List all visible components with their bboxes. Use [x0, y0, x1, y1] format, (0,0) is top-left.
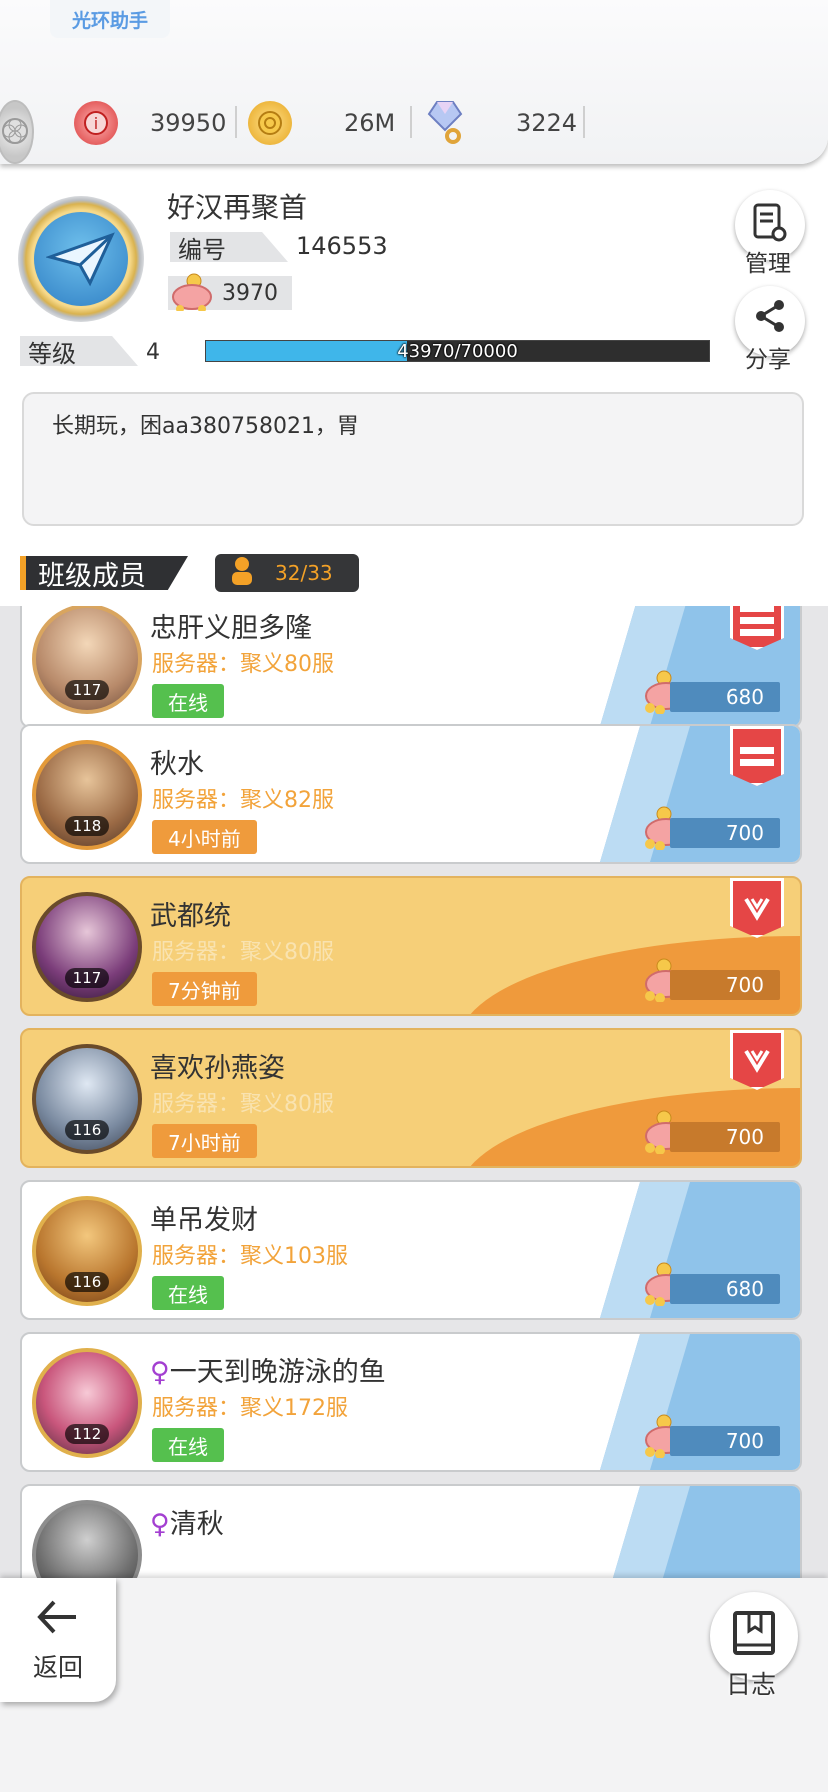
status-badge: 7分钟前 [152, 972, 257, 1006]
pig-contribution: 700 [670, 818, 780, 848]
paper-plane-icon [34, 212, 128, 306]
member-avatar[interactable]: 116 [32, 1044, 142, 1154]
member-list[interactable]: 117 忠肝义胆多隆 服务器：聚义80服 在线 680 118 秋水 服务器：聚… [0, 606, 828, 1578]
bottom-bar [0, 1578, 828, 1792]
divider [410, 106, 412, 138]
shield-badge-icon [730, 1030, 784, 1090]
id-label: 编号 [170, 232, 288, 262]
level-value: 4 [146, 340, 160, 365]
share-icon [753, 298, 787, 338]
member-card[interactable]: 117 武都统 服务器：聚义80服 7分钟前 700 [20, 876, 802, 1016]
player-bio: 长期玩，困aa380758021，胃 [22, 392, 804, 526]
status-badge: 4小时前 [152, 820, 257, 854]
member-avatar[interactable]: 112 [32, 1348, 142, 1458]
helper-tag[interactable]: 光环助手 [50, 0, 170, 38]
crystal-key-icon [422, 101, 466, 145]
member-avatar[interactable]: 116 [32, 1196, 142, 1306]
section-title: 班级成员 [20, 556, 188, 590]
crystal-value: 3224 [516, 109, 578, 137]
member-name: ♀清秋 [150, 1502, 224, 1541]
status-badge: 7小时前 [152, 1124, 257, 1158]
shield-badge-icon [730, 878, 784, 938]
arrow-left-icon [36, 1598, 80, 1642]
member-card[interactable]: 112 ♀一天到晚游泳的鱼 服务器：聚义172服 在线 700 [20, 1332, 802, 1472]
member-avatar[interactable] [32, 1500, 142, 1578]
member-name: ♀一天到晚游泳的鱼 [150, 1350, 386, 1389]
members-count-badge: 32/33 [215, 554, 359, 592]
level-label: 等级 [20, 336, 138, 366]
player-name: 好汉再聚首 [167, 191, 308, 224]
level-badge: 117 [64, 968, 110, 988]
person-icon [231, 556, 253, 590]
member-name-text: 一天到晚游泳的鱼 [169, 1357, 386, 1388]
share-label[interactable]: 分享 [745, 340, 791, 374]
flower-icon[interactable] [0, 100, 34, 164]
member-name: 忠肝义胆多隆 [150, 613, 312, 644]
member-name: 秋水 [150, 749, 204, 780]
coin-value: 26M [344, 109, 396, 137]
member-server: 服务器：聚义103服 [152, 1244, 348, 1269]
svg-text:i: i [94, 114, 98, 133]
book-icon [729, 1609, 779, 1663]
level-badge: 117 [64, 680, 110, 700]
member-server: 服务器：聚义80服 [152, 940, 334, 965]
member-avatar[interactable]: 118 [32, 740, 142, 850]
divider [235, 106, 237, 138]
member-server: 服务器：聚义82服 [152, 788, 334, 813]
currency-coin: 26M [248, 100, 395, 146]
member-card[interactable]: 118 秋水 服务器：聚义82服 4小时前 700 [20, 724, 802, 864]
card-decoration [600, 1486, 800, 1578]
currency-row: i 39950 26M 3224 [0, 90, 828, 164]
exp-progress-bar: 43970/70000 [205, 340, 710, 362]
member-server: 服务器：聚义80服 [152, 652, 334, 677]
status-badge: 在线 [152, 1428, 224, 1462]
pig-contribution: 680 [670, 1274, 780, 1304]
member-card[interactable]: 117 忠肝义胆多隆 服务器：聚义80服 在线 680 [20, 606, 802, 728]
member-avatar[interactable]: 117 [32, 606, 142, 714]
member-server: 服务器：聚义80服 [152, 1092, 334, 1117]
female-icon: ♀ [150, 1509, 170, 1540]
id-value: 146553 [296, 232, 388, 260]
member-name-text: 清秋 [169, 1509, 224, 1540]
log-label[interactable]: 日志 [726, 1665, 776, 1701]
pig-contribution: 700 [670, 1426, 780, 1456]
status-badge: 在线 [152, 684, 224, 718]
piggy-bank-icon [168, 271, 216, 315]
member-name: 武都统 [150, 901, 231, 932]
level-badge: 112 [64, 1424, 110, 1444]
gold-coin-icon [248, 101, 292, 145]
document-settings-icon [751, 202, 789, 248]
currency-crystal: 3224 [422, 100, 577, 146]
currency-token: i 39950 [74, 100, 226, 146]
members-count: 32/33 [275, 561, 333, 585]
member-name: 喜欢孙燕姿 [150, 1053, 285, 1084]
pig-contribution: 700 [670, 970, 780, 1000]
red-token-icon: i [74, 101, 118, 145]
player-avatar[interactable] [18, 196, 144, 322]
level-badge: 118 [64, 816, 110, 836]
divider [583, 106, 585, 138]
member-avatar[interactable]: 117 [32, 892, 142, 1002]
member-name: 单吊发财 [150, 1205, 258, 1236]
rank-flag-icon [730, 726, 784, 786]
exp-progress-text: 43970/70000 [397, 340, 518, 362]
back-button[interactable]: 返回 [0, 1578, 116, 1702]
pig-contribution: 680 [670, 682, 780, 712]
token-value: 39950 [150, 109, 227, 137]
member-card[interactable]: 116 喜欢孙燕姿 服务器：聚义80服 7小时前 700 [20, 1028, 802, 1168]
member-card[interactable]: ♀清秋 [20, 1484, 802, 1578]
level-badge: 116 [64, 1120, 110, 1140]
pig-count: 3970 [168, 273, 292, 313]
pig-value: 3970 [222, 280, 278, 306]
status-badge: 在线 [152, 1276, 224, 1310]
level-badge: 116 [64, 1272, 110, 1292]
manage-label[interactable]: 管理 [745, 244, 791, 278]
female-icon: ♀ [150, 1357, 170, 1388]
pig-contribution: 700 [670, 1122, 780, 1152]
member-server: 服务器：聚义172服 [152, 1396, 348, 1421]
member-card[interactable]: 116 单吊发财 服务器：聚义103服 在线 680 [20, 1180, 802, 1320]
back-label: 返回 [32, 1653, 83, 1682]
